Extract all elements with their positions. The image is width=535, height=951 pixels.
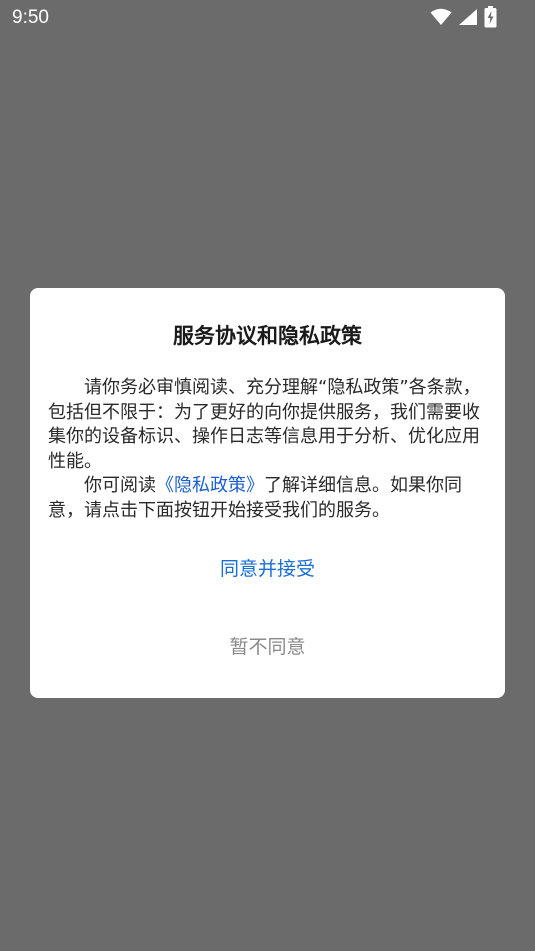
wifi-icon (430, 8, 452, 26)
status-bar: 9:50 (0, 0, 535, 36)
status-icons (430, 6, 497, 28)
signal-icon (458, 8, 478, 26)
privacy-policy-link[interactable]: 《隐私政策》 (156, 475, 264, 496)
dialog-body: 请你务必审慎阅读、充分理解“隐私政策”各条款，包括但不限于：为了更好的向你提供服… (48, 376, 488, 523)
privacy-dialog: 服务协议和隐私政策 请你务必审慎阅读、充分理解“隐私政策”各条款，包括但不限于：… (30, 288, 505, 698)
dialog-title: 服务协议和隐私政策 (173, 324, 362, 348)
dialog-paragraph-1: 请你务必审慎阅读、充分理解“隐私政策”各条款，包括但不限于：为了更好的向你提供服… (48, 377, 481, 472)
decline-button[interactable]: 暂不同意 (30, 632, 505, 662)
paragraph-2-prefix: 你可阅读 (84, 475, 156, 496)
agree-button[interactable]: 同意并接受 (30, 554, 505, 584)
dialog-paragraph-2: 你可阅读《隐私政策》了解详细信息。如果你同意，请点击下面按钮开始接受我们的服务。 (48, 474, 488, 523)
battery-charging-icon (484, 6, 497, 28)
status-time: 9:50 (12, 7, 49, 28)
